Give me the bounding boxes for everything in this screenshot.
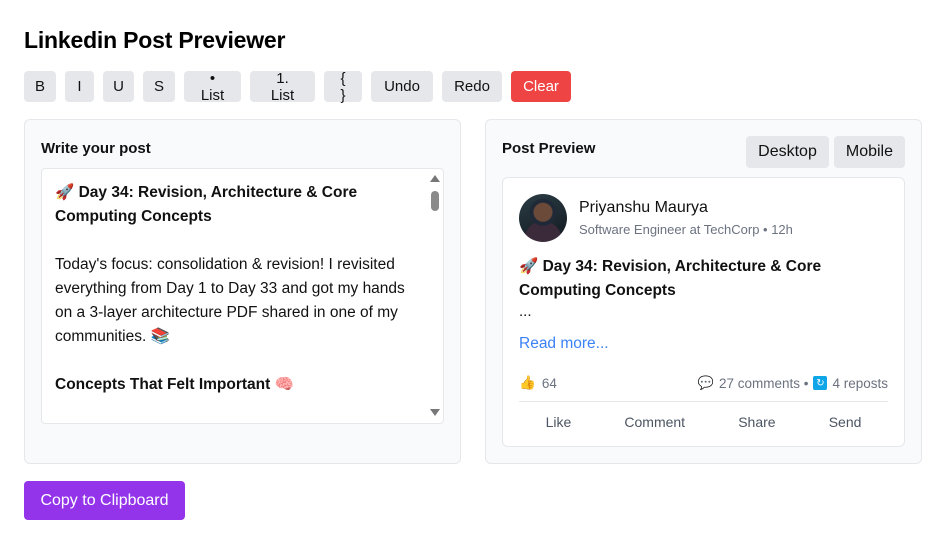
numbered-list-button[interactable]: 1. List bbox=[250, 70, 315, 104]
code-button[interactable]: { } bbox=[324, 70, 362, 104]
italic-button[interactable]: I bbox=[65, 71, 94, 102]
editor-content[interactable]: 🚀 Day 34: Revision, Architecture & Core … bbox=[55, 181, 425, 421]
author-subtitle: Software Engineer at TechCorp • 12h bbox=[579, 222, 793, 237]
reposts-count[interactable]: 4 reposts bbox=[832, 376, 888, 391]
copy-to-clipboard-button[interactable]: Copy to Clipboard bbox=[24, 481, 185, 520]
editor-panel-title: Write your post bbox=[41, 140, 151, 157]
send-button[interactable]: Send bbox=[825, 412, 866, 432]
scroll-down-arrow-icon[interactable] bbox=[430, 409, 440, 416]
editor-subheading: Concepts That Felt Important 🧠 bbox=[55, 376, 294, 393]
redo-button[interactable]: Redo bbox=[442, 71, 502, 102]
bold-button[interactable]: B bbox=[24, 71, 56, 102]
actions-divider bbox=[519, 401, 888, 402]
clear-button[interactable]: Clear bbox=[511, 71, 571, 102]
post-preview-card: Priyanshu Maurya Software Engineer at Te… bbox=[502, 177, 905, 447]
reactions[interactable]: 👍 64 bbox=[519, 375, 557, 391]
editor-panel: Write your post 🚀 Day 34: Revision, Arch… bbox=[24, 119, 461, 464]
bullet-list-button[interactable]: • List bbox=[184, 70, 241, 104]
share-button[interactable]: Share bbox=[734, 412, 779, 432]
post-stats: 💬 27 comments • ↻ 4 reposts bbox=[698, 375, 888, 391]
post-editor[interactable]: 🚀 Day 34: Revision, Architecture & Core … bbox=[41, 168, 444, 424]
view-toggle: Desktop Mobile bbox=[746, 136, 905, 168]
editor-scrollbar[interactable] bbox=[427, 169, 443, 423]
post-title: 🚀 Day 34: Revision, Architecture & Core … bbox=[519, 258, 822, 299]
comment-button[interactable]: Comment bbox=[620, 412, 689, 432]
mobile-view-button[interactable]: Mobile bbox=[833, 136, 905, 168]
comments-count[interactable]: 27 comments • bbox=[719, 376, 809, 391]
editor-paragraph: Today's focus: consolidation & revision!… bbox=[55, 256, 405, 345]
desktop-view-button[interactable]: Desktop bbox=[746, 136, 829, 168]
read-more-link[interactable]: Read more... bbox=[519, 335, 609, 353]
avatar bbox=[519, 194, 567, 242]
like-button[interactable]: Like bbox=[542, 412, 576, 432]
preview-panel-title: Post Preview bbox=[502, 140, 596, 157]
thumbs-up-icon: 👍 bbox=[519, 375, 536, 390]
repost-icon: ↻ bbox=[813, 376, 828, 390]
scroll-up-arrow-icon[interactable] bbox=[430, 175, 440, 182]
formatting-toolbar: B I U S • List 1. List { } Undo Redo Cle… bbox=[24, 70, 571, 104]
author-name: Priyanshu Maurya bbox=[579, 199, 708, 216]
editor-heading: 🚀 Day 34: Revision, Architecture & Core … bbox=[55, 184, 358, 225]
underline-button[interactable]: U bbox=[103, 71, 134, 102]
post-actions: Like Comment Share Send bbox=[519, 412, 888, 432]
likes-count: 64 bbox=[541, 375, 557, 391]
comment-bubble-icon: 💬 bbox=[697, 375, 714, 390]
page-title: Linkedin Post Previewer bbox=[24, 27, 286, 53]
scroll-thumb[interactable] bbox=[431, 191, 439, 211]
post-ellipsis: ... bbox=[519, 303, 532, 320]
undo-button[interactable]: Undo bbox=[371, 71, 433, 102]
strikethrough-button[interactable]: S bbox=[143, 71, 175, 102]
preview-panel: Post Preview Desktop Mobile Priyanshu Ma… bbox=[485, 119, 922, 464]
